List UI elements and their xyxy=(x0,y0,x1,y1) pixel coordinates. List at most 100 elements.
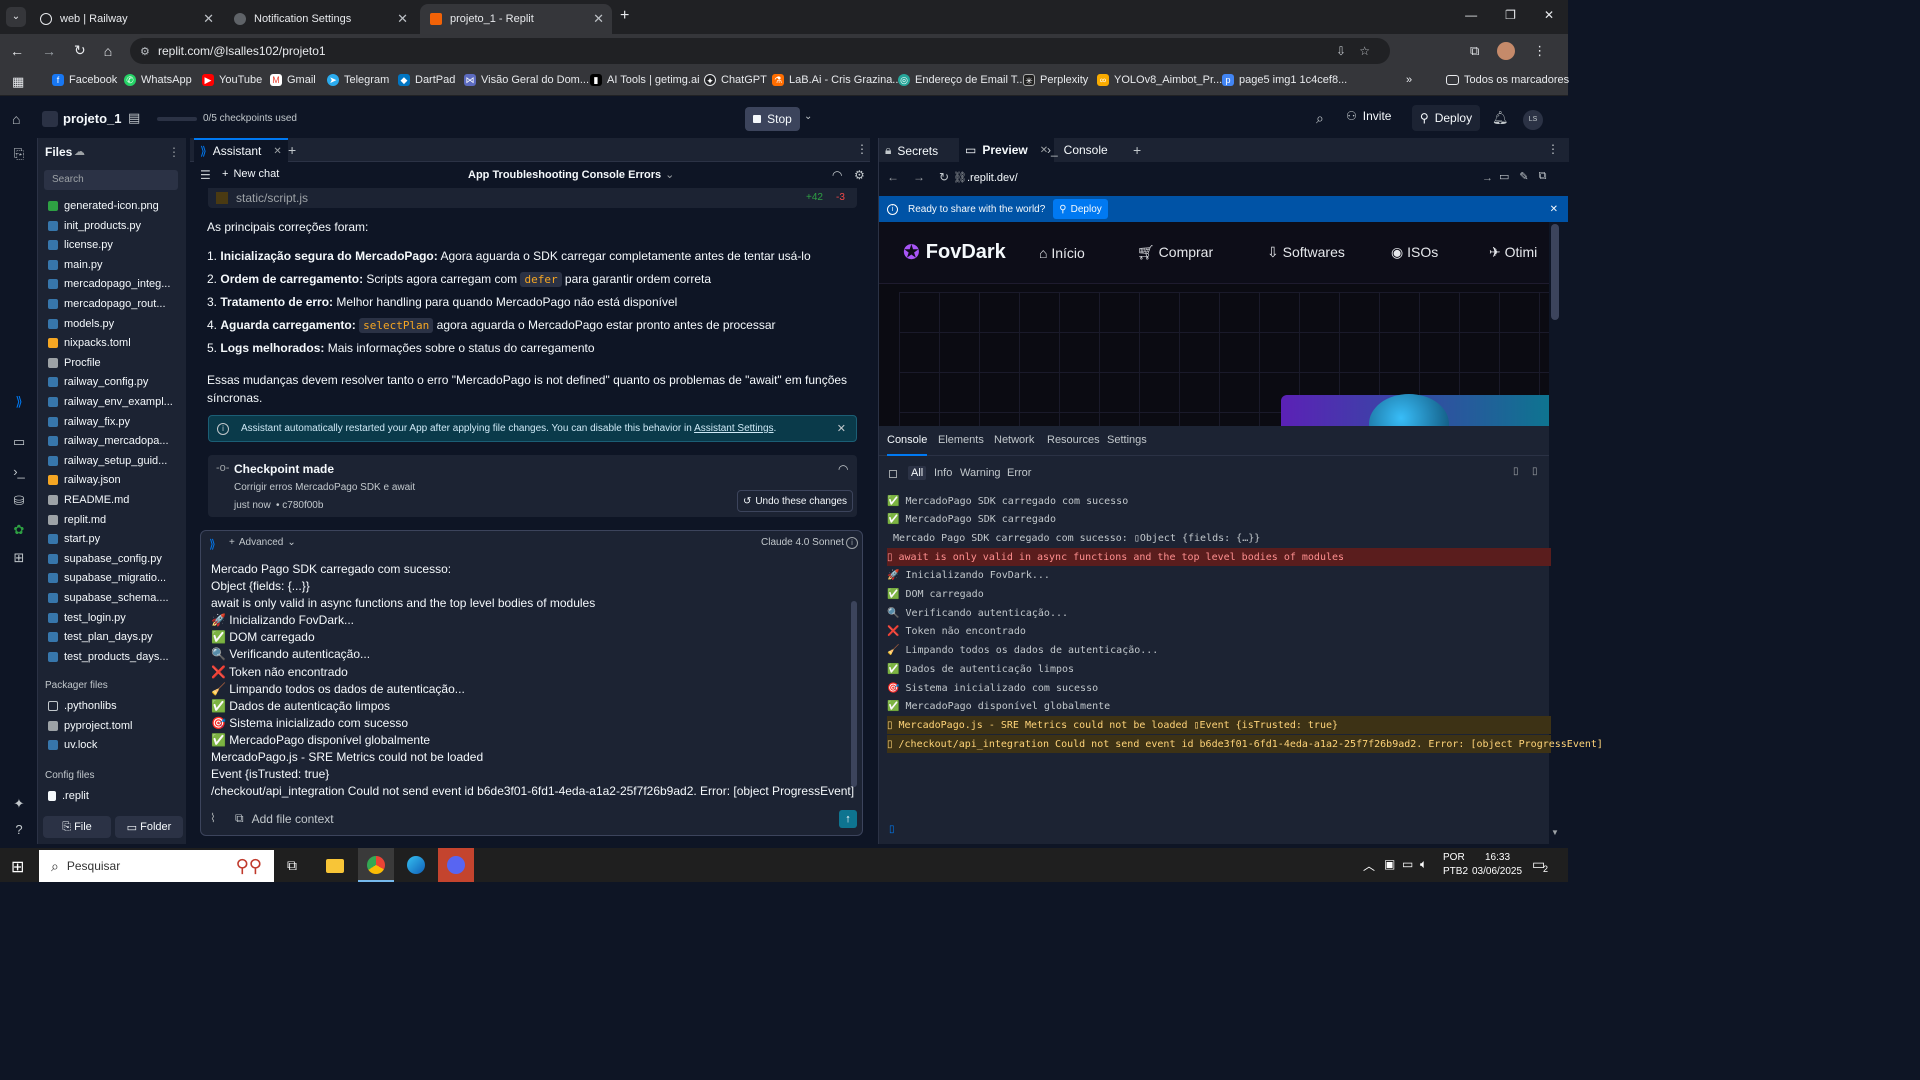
clock-time[interactable]: 16:33 xyxy=(1485,852,1510,863)
site-nav-isos[interactable]: ◉ ISOs xyxy=(1391,244,1489,261)
preview-icon[interactable]: ▭ xyxy=(11,434,27,450)
console-line[interactable]: ▯ MercadoPago.js - SRE Metrics could not … xyxy=(887,716,1551,735)
new-chat-button[interactable]: + New chat xyxy=(222,168,279,180)
new-window-icon[interactable]: ⧉ xyxy=(1539,170,1547,183)
file-item[interactable]: .pythonlibs xyxy=(48,697,178,715)
chat-input-text[interactable]: Mercado Pago SDK carregado com sucesso: O… xyxy=(211,561,854,800)
browser-tab-railway[interactable]: web | Railway ✕ xyxy=(30,4,222,34)
bookmark-ai-tools[interactable]: ▮ AI Tools | getimg.ai xyxy=(590,74,700,86)
devtools-tab-network[interactable]: Network xyxy=(994,434,1034,446)
clear-console-icon[interactable] xyxy=(889,470,897,478)
menu-icon[interactable]: ⋮ xyxy=(1533,43,1546,59)
file-change-row[interactable]: static/script.js +42 -3 xyxy=(208,188,857,208)
bookmark-gmail[interactable]: M Gmail xyxy=(270,74,316,86)
console-line[interactable]: 🚀 Inicializando FovDark... xyxy=(887,567,1551,585)
volume-icon[interactable]: 🔈︎ xyxy=(1420,857,1427,872)
tab-menu-icon[interactable]: ⋮ xyxy=(1547,142,1559,156)
console-line[interactable]: ▯ await is only valid in async functions … xyxy=(887,548,1551,567)
bookmark-perplexity[interactable]: ✳ Perplexity xyxy=(1023,74,1088,86)
edge-taskbar-icon[interactable] xyxy=(407,856,425,874)
close-icon[interactable]: ✕ xyxy=(593,11,604,27)
file-item[interactable]: supabase_config.py xyxy=(48,550,178,568)
clock-date[interactable]: 03/06/2025 xyxy=(1472,866,1522,877)
file-item[interactable]: test_products_days... xyxy=(48,648,178,666)
task-view-icon[interactable]: ⧉ xyxy=(287,857,297,874)
send-button[interactable]: ↑ xyxy=(839,810,857,828)
user-avatar[interactable]: LS xyxy=(1523,110,1543,130)
bookmark-lab-ai[interactable]: ⚗ LaB.Ai - Cris Grazina... xyxy=(772,74,901,86)
file-item[interactable]: railway_setup_guid... xyxy=(48,452,178,470)
shell-icon[interactable]: ›_ xyxy=(11,464,27,480)
attach-icon[interactable]: ⌇ xyxy=(210,811,216,825)
console-line[interactable]: ✅ MercadoPago disponível globalmente xyxy=(887,698,1551,716)
undo-changes-button[interactable]: ↺ Undo these changes xyxy=(737,490,853,512)
close-icon[interactable]: ✕ xyxy=(273,146,281,157)
new-folder-button[interactable]: ▭ Folder xyxy=(115,816,183,838)
all-bookmarks[interactable]: Todos os marcadores xyxy=(1446,74,1569,86)
files-icon[interactable]: ⎘ xyxy=(11,146,27,162)
notifications-icon[interactable]: 🔔︎ xyxy=(1492,110,1509,126)
console-line[interactable]: ▯ /checkout/api_integration Could not sen… xyxy=(887,735,1603,754)
filter-error[interactable]: Error xyxy=(1007,467,1031,479)
history-icon[interactable]: ▤ xyxy=(128,110,140,126)
bookmark-whatsapp[interactable]: ✆ WhatsApp xyxy=(124,74,192,86)
site-nav-softwares[interactable]: ⇩ Softwares xyxy=(1267,244,1391,261)
dock-icon[interactable]: ▯ xyxy=(1532,466,1538,477)
file-item[interactable]: supabase_schema.... xyxy=(48,589,178,607)
file-item[interactable]: railway_env_exampl... xyxy=(48,393,178,411)
all-tools-icon[interactable]: ⊞ xyxy=(11,550,27,566)
discord-taskbar-icon[interactable] xyxy=(438,848,474,882)
tray-chevron-icon[interactable]: ︿ xyxy=(1363,857,1375,874)
help-icon[interactable]: ? xyxy=(11,822,27,838)
keyboard-layout[interactable]: PTB2 xyxy=(1443,866,1468,877)
tab-console[interactable]: ›_ Console xyxy=(1047,143,1108,157)
extensions-icon[interactable]: ⧉ xyxy=(1470,43,1479,59)
console-line[interactable]: 🔍 Verificando autenticação... xyxy=(887,604,1551,622)
file-item[interactable]: railway.json xyxy=(48,471,178,489)
windows-start-icon[interactable]: ⊞ xyxy=(11,857,24,877)
bookmark-facebook[interactable]: f Facebook xyxy=(52,74,117,86)
forward-icon[interactable]: → xyxy=(42,43,56,59)
network-icon[interactable]: ▭ xyxy=(1402,857,1413,871)
sparkle-icon[interactable]: ✦ xyxy=(11,796,27,812)
console-line[interactable]: ✅ DOM carregado xyxy=(887,586,1551,604)
device-icon[interactable]: ▭ xyxy=(1499,170,1509,183)
bookmark-star-icon[interactable]: ☆ xyxy=(1359,44,1370,58)
files-search-input[interactable]: Search xyxy=(44,170,178,190)
console-line[interactable]: ❌ Token não encontrado xyxy=(887,623,1551,641)
new-file-button[interactable]: ⎘ File xyxy=(43,816,111,838)
more-bookmarks-icon[interactable]: » xyxy=(1406,74,1412,86)
devtools-tab-console[interactable]: Console xyxy=(887,434,928,456)
run-dropdown-icon[interactable]: ⌄ xyxy=(804,111,812,122)
file-item[interactable]: mercadopago_integ... xyxy=(48,275,178,293)
devtools-tab-elements[interactable]: Elements xyxy=(938,434,984,446)
add-file-context-button[interactable]: ⧉ Add file context xyxy=(235,811,334,826)
file-item[interactable]: railway_config.py xyxy=(48,373,178,391)
model-name[interactable]: Claude 4.0 Sonnet xyxy=(761,537,844,548)
bookmark-endereco-email[interactable]: ◎ Endereço de Email T... xyxy=(898,74,1025,86)
forward-icon[interactable]: → xyxy=(913,170,925,184)
file-item[interactable]: start.py xyxy=(48,530,178,548)
home-icon[interactable]: ⌂ xyxy=(12,111,20,127)
site-nav-comprar[interactable]: 🛒︎ Comprar xyxy=(1137,244,1267,261)
console-line[interactable]: ✅ MercadoPago SDK carregado xyxy=(887,511,1551,529)
file-item[interactable]: generated-icon.png xyxy=(48,197,178,215)
filter-all[interactable]: All xyxy=(908,466,927,480)
packages-icon[interactable]: ✿ xyxy=(11,522,27,538)
close-icon[interactable]: ✕ xyxy=(1550,204,1558,215)
reload-icon[interactable]: ↻ xyxy=(74,42,86,59)
preview-scrollbar[interactable] xyxy=(1551,224,1559,320)
advanced-toggle[interactable]: + Advanced ⌄ xyxy=(229,537,296,548)
devtools-icon[interactable]: ✎ xyxy=(1519,170,1528,183)
site-nav-otimi[interactable]: ✈ Otimi xyxy=(1489,244,1537,261)
browser-tab-replit[interactable]: projeto_1 - Replit ✕ xyxy=(420,4,612,34)
share-deploy-button[interactable]: ⚲ Deploy xyxy=(1053,199,1108,219)
preview-url-input[interactable]: ⛓.replit.dev/ → xyxy=(953,169,1493,187)
tab-menu-icon[interactable]: ⋮ xyxy=(856,142,868,156)
files-menu-icon[interactable]: ⋮ xyxy=(168,145,180,159)
back-icon[interactable]: ← xyxy=(887,170,899,184)
input-scrollbar[interactable] xyxy=(851,601,857,787)
tab-search-button[interactable]: ⌄ xyxy=(6,7,26,27)
assistant-settings-link[interactable]: Assistant Settings xyxy=(694,423,773,434)
bookmark-page5[interactable]: p page5 img1 1c4cef8... xyxy=(1222,74,1347,86)
